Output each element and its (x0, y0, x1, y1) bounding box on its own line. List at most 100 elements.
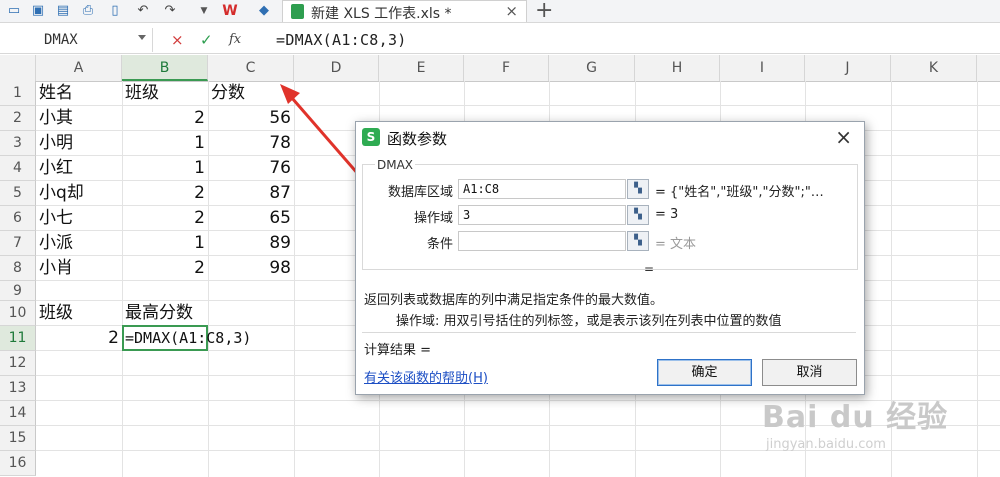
param-label-field: 操作域 (413, 211, 453, 226)
row-header[interactable]: 11 (0, 326, 36, 351)
cell-a10[interactable]: 班级 (36, 301, 122, 326)
function-result-equals: = (644, 262, 655, 276)
cell-b5[interactable]: 2 (122, 181, 208, 206)
cell-b11[interactable]: =DMAX(A1:C8,3) (122, 326, 302, 351)
column-header-b[interactable]: B (122, 55, 208, 81)
row-header[interactable]: 10 (0, 301, 36, 326)
cell-b7[interactable]: 1 (122, 231, 208, 256)
cell-a4[interactable]: 小红 (36, 156, 122, 181)
row-header[interactable]: 15 (0, 426, 36, 451)
cell-a3[interactable]: 小明 (36, 131, 122, 156)
row-header[interactable]: 6 (0, 206, 36, 231)
cell-b1[interactable]: 班级 (122, 81, 208, 106)
column-header-f[interactable]: F (464, 55, 549, 81)
column-header-j[interactable]: J (805, 55, 891, 81)
row-header[interactable]: 2 (0, 106, 36, 131)
print-preview-icon[interactable]: ▯ (107, 3, 123, 19)
range-select-icon[interactable]: ▚ (627, 231, 649, 251)
select-all-corner[interactable] (0, 55, 36, 81)
cell-b3[interactable]: 1 (122, 131, 208, 156)
grid-line (977, 81, 978, 477)
watermark-logo: Bai du 经验 (762, 400, 949, 435)
param-result-field: = 3 (655, 207, 679, 222)
column-headers: A B C D E F G H I J K (0, 55, 1000, 82)
wps-spreadsheet-icon: S (362, 128, 380, 146)
tab-file-title: 新建 XLS 工作表.xls * (311, 6, 452, 22)
row-header[interactable]: 4 (0, 156, 36, 181)
cell-a8[interactable]: 小肖 (36, 256, 122, 281)
spreadsheet-file-icon (291, 4, 304, 19)
cell-c8[interactable]: 98 (208, 256, 294, 281)
chevron-down-icon[interactable] (138, 35, 146, 40)
insert-function-icon[interactable]: fx (229, 32, 241, 47)
row-header[interactable]: 14 (0, 401, 36, 426)
function-name-label: DMAX (375, 158, 416, 172)
dialog-title: 函数参数 (387, 130, 448, 148)
range-select-icon[interactable]: ▚ (627, 179, 649, 199)
row-header[interactable]: 7 (0, 231, 36, 256)
row-header[interactable]: 8 (0, 256, 36, 281)
ok-button[interactable]: 确定 (657, 359, 752, 386)
cell-a2[interactable]: 小其 (36, 106, 122, 131)
watermark-url: jingyan.baidu.com (766, 437, 886, 452)
param-result-criteria: = 文本 (655, 237, 697, 252)
close-icon[interactable]: × (835, 125, 852, 149)
name-box[interactable]: DMAX (0, 28, 153, 52)
folder-icon[interactable]: ▭ (6, 3, 22, 19)
function-help-link[interactable]: 有关该函数的帮助(H) (364, 367, 488, 386)
function-description: 返回列表或数据库的列中满足指定条件的最大数值。 (364, 293, 664, 308)
cell-b10[interactable]: 最高分数 (122, 301, 208, 326)
undo-icon[interactable]: ↶ (135, 3, 151, 19)
criteria-input[interactable] (458, 231, 626, 251)
column-header-k[interactable]: K (891, 55, 977, 81)
param-result-database: = {"姓名","班级","分数";"… (655, 185, 824, 200)
export-icon[interactable]: ▤ (55, 3, 71, 19)
formula-input[interactable]: =DMAX(A1:C8,3) (276, 31, 407, 49)
cancel-formula-icon[interactable]: × (171, 31, 184, 49)
column-header-h[interactable]: H (635, 55, 720, 81)
cell-a6[interactable]: 小七 (36, 206, 122, 231)
redo-icon[interactable]: ↷ (162, 3, 178, 19)
cube-icon[interactable]: ◆ (256, 3, 272, 19)
cell-a1[interactable]: 姓名 (36, 81, 122, 106)
close-tab-icon[interactable]: × (505, 2, 518, 20)
tab-file[interactable]: 新建 XLS 工作表.xls * × (282, 0, 527, 22)
cancel-button[interactable]: 取消 (762, 359, 857, 386)
name-box-value: DMAX (44, 32, 78, 48)
enter-formula-icon[interactable]: ✓ (200, 31, 213, 49)
arguments-group: DMAX 数据库区域 A1:C8 ▚ = {"姓名","班级","分数";"… … (362, 158, 858, 270)
column-header-a[interactable]: A (36, 55, 122, 81)
column-header-overflow (977, 55, 1000, 81)
row-header[interactable]: 5 (0, 181, 36, 206)
divider (362, 332, 856, 333)
param-label-criteria: 条件 (426, 237, 453, 252)
row-header[interactable]: 12 (0, 351, 36, 376)
save-icon[interactable]: ▣ (30, 3, 46, 19)
dialog-title-bar[interactable]: S 函数参数 × (356, 122, 862, 152)
cell-b6[interactable]: 2 (122, 206, 208, 231)
cell-a5[interactable]: 小q却 (36, 181, 122, 206)
row-header[interactable]: 9 (0, 281, 36, 301)
customize-dropdown-icon[interactable]: ▼ (196, 3, 212, 19)
column-header-g[interactable]: G (549, 55, 635, 81)
cell-b2[interactable]: 2 (122, 106, 208, 131)
function-arguments-dialog: S 函数参数 × DMAX 数据库区域 A1:C8 ▚ = {"姓名","班级"… (355, 121, 865, 395)
print-icon[interactable]: ⎙ (80, 3, 96, 19)
cell-b8[interactable]: 2 (122, 256, 208, 281)
range-select-icon[interactable]: ▚ (627, 205, 649, 225)
field-input[interactable]: 3 (458, 205, 626, 225)
new-tab-icon[interactable]: + (535, 0, 553, 23)
wps-logo-icon[interactable]: W (222, 3, 238, 19)
cell-b4[interactable]: 1 (122, 156, 208, 181)
cell-a7[interactable]: 小派 (36, 231, 122, 256)
database-range-input[interactable]: A1:C8 (458, 179, 626, 199)
row-header[interactable]: 13 (0, 376, 36, 401)
calculation-result: 计算结果 = (364, 343, 432, 358)
column-header-i[interactable]: I (720, 55, 805, 81)
row-header[interactable]: 3 (0, 131, 36, 156)
row-header[interactable]: 1 (0, 81, 36, 106)
parameter-description: 操作域: 用双引号括住的列标签，或是表示该列在列表中位置的数值 (396, 314, 782, 329)
cell-c7[interactable]: 89 (208, 231, 294, 256)
cell-a11[interactable]: 2 (36, 326, 122, 351)
row-header[interactable]: 16 (0, 451, 36, 476)
